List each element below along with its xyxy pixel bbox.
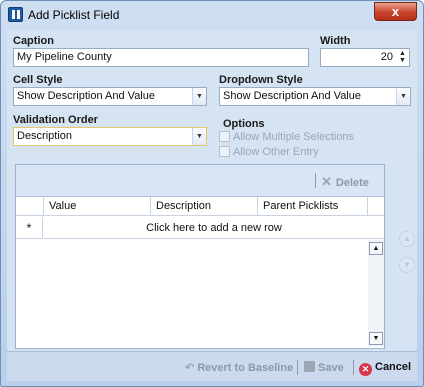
delete-x-icon: ✕ bbox=[321, 174, 332, 189]
scroll-down-icon[interactable]: ▼ bbox=[369, 332, 383, 345]
allow-other-checkbox[interactable]: Allow Other Entry bbox=[219, 146, 319, 159]
save-label: Save bbox=[318, 362, 344, 374]
revert-label: Revert to Baseline bbox=[197, 362, 294, 374]
dropdown-style-select[interactable]: Show Description And Value ▼ bbox=[219, 87, 411, 106]
cancel-button[interactable]: ✕ Cancel bbox=[359, 361, 411, 376]
column-header-parent-picklists[interactable]: Parent Picklists bbox=[258, 197, 368, 216]
dropdown-style-value: Show Description And Value bbox=[223, 90, 361, 102]
chevron-down-icon[interactable]: ▼ bbox=[192, 128, 206, 145]
row-header-cell bbox=[16, 197, 44, 216]
revert-icon: ↶ bbox=[185, 362, 195, 374]
move-down-icon[interactable]: ▼ bbox=[399, 257, 415, 273]
allow-multiple-label: Allow Multiple Selections bbox=[233, 131, 355, 143]
delete-button[interactable]: ✕ Delete bbox=[321, 174, 369, 190]
vertical-scrollbar[interactable]: ▲ ▼ bbox=[368, 240, 384, 347]
dialog-window: Add Picklist Field x Caption My Pipeline… bbox=[0, 0, 424, 387]
allow-other-label: Allow Other Entry bbox=[233, 146, 319, 158]
save-button[interactable]: Save bbox=[304, 361, 344, 374]
footer-divider bbox=[353, 360, 354, 375]
move-up-icon[interactable]: ▲ bbox=[399, 231, 415, 247]
title-bar[interactable]: Add Picklist Field x bbox=[1, 1, 423, 29]
cell-style-value: Show Description And Value bbox=[17, 90, 155, 102]
picklist-grid[interactable]: Value Description Parent Picklists * Cli… bbox=[16, 196, 384, 348]
window-title: Add Picklist Field bbox=[28, 8, 120, 22]
cancel-label: Cancel bbox=[375, 361, 412, 373]
validation-order-label: Validation Order bbox=[13, 114, 98, 126]
revert-button[interactable]: ↶ Revert to Baseline bbox=[185, 361, 293, 374]
dropdown-style-label: Dropdown Style bbox=[219, 74, 303, 86]
spin-arrows-icon[interactable]: ▲ ▼ bbox=[398, 50, 407, 65]
width-label: Width bbox=[320, 35, 351, 47]
add-new-row[interactable]: Click here to add a new row bbox=[44, 217, 384, 239]
width-stepper[interactable]: 20 ▲ ▼ bbox=[320, 48, 410, 67]
options-label: Options bbox=[223, 118, 265, 130]
picklist-icon bbox=[8, 7, 23, 22]
toolbar-divider bbox=[315, 173, 316, 188]
cell-style-select[interactable]: Show Description And Value ▼ bbox=[13, 87, 207, 106]
new-row-marker: * bbox=[16, 217, 43, 239]
scroll-up-icon[interactable]: ▲ bbox=[369, 242, 383, 255]
column-header-value[interactable]: Value bbox=[44, 197, 151, 216]
picklist-grid-panel: ✕ Delete Value Description Parent Picklis… bbox=[15, 164, 385, 349]
save-disk-icon bbox=[304, 361, 315, 372]
delete-label: Delete bbox=[335, 177, 369, 189]
allow-multiple-checkbox[interactable]: Allow Multiple Selections bbox=[219, 131, 354, 144]
chevron-down-icon[interactable]: ▼ bbox=[192, 88, 206, 105]
cell-style-label: Cell Style bbox=[13, 74, 63, 86]
cancel-icon: ✕ bbox=[359, 363, 372, 376]
footer-divider bbox=[297, 360, 298, 375]
width-value: 20 bbox=[380, 51, 393, 63]
caption-label: Caption bbox=[13, 35, 54, 47]
grid-toolbar: ✕ Delete bbox=[16, 165, 384, 195]
checkbox-icon[interactable] bbox=[219, 131, 230, 142]
header-filler bbox=[368, 197, 384, 216]
column-header-description[interactable]: Description bbox=[151, 197, 258, 216]
chevron-down-icon[interactable]: ▼ bbox=[396, 88, 410, 105]
validation-order-select[interactable]: Description ▼ bbox=[13, 127, 207, 146]
checkbox-icon[interactable] bbox=[219, 146, 230, 157]
caption-input[interactable]: My Pipeline County bbox=[13, 48, 309, 67]
close-button[interactable]: x bbox=[374, 2, 417, 21]
validation-order-value: Description bbox=[17, 130, 73, 142]
dialog-footer: ↶ Revert to Baseline Save ✕ Cancel bbox=[7, 351, 417, 381]
